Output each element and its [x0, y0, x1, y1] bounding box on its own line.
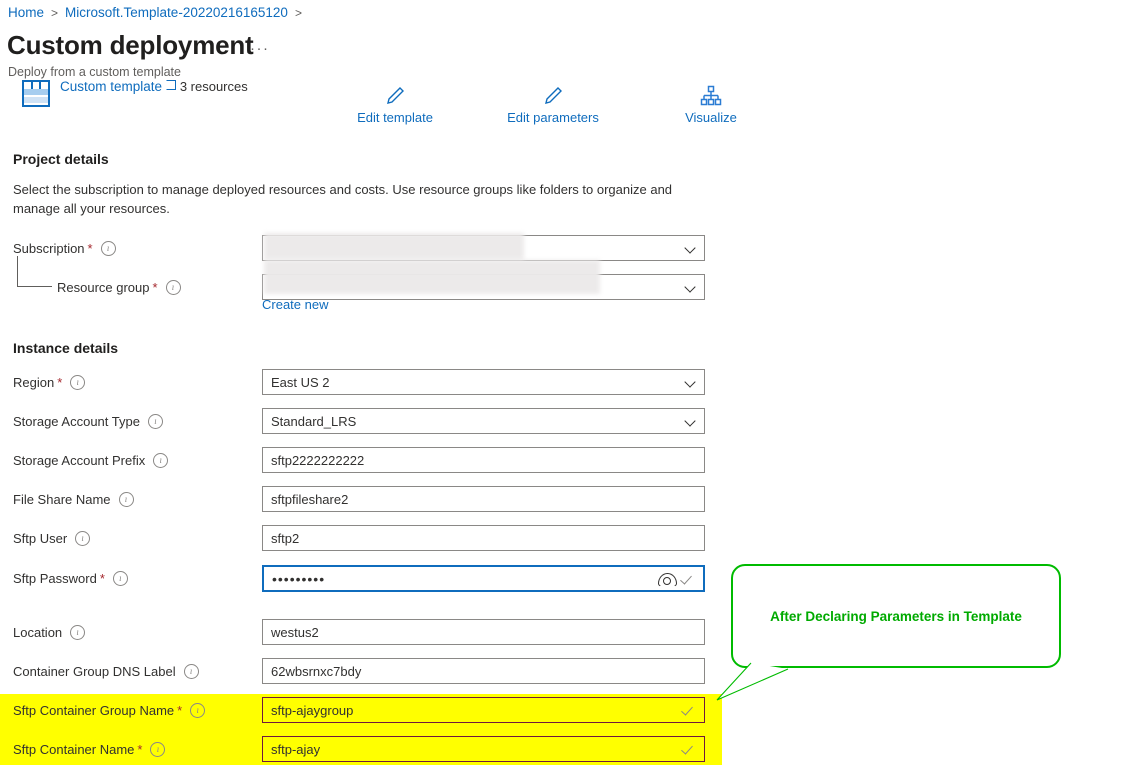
info-icon[interactable]: ı	[75, 531, 91, 546]
storage-account-prefix-value: sftp2222222222	[271, 452, 365, 468]
pencil-icon	[498, 82, 608, 110]
resource-group-label: Resource group * ı	[57, 280, 181, 295]
breadcrumb-template-link[interactable]: Microsoft.Template-20220216165120	[65, 5, 288, 21]
required-marker: *	[177, 703, 183, 718]
required-marker: *	[99, 571, 105, 586]
required-marker: *	[137, 742, 143, 757]
required-marker: *	[152, 280, 158, 295]
info-icon[interactable]: ı	[70, 625, 86, 640]
create-new-resource-group-link[interactable]: Create new	[262, 297, 328, 312]
breadcrumb-separator-1: >	[51, 6, 59, 20]
edit-template-button[interactable]: Edit template	[340, 82, 450, 125]
visualize-label: Visualize	[685, 110, 737, 125]
page-title: Custom deployment	[7, 30, 254, 60]
location-input[interactable]: westus2	[262, 619, 705, 645]
edit-template-label: Edit template	[357, 110, 433, 125]
validation-check-icon	[682, 703, 696, 717]
form-row-sftp-container-name: Sftp Container Name * ı sftp-ajay	[0, 733, 1132, 772]
sftp-container-group-name-input[interactable]: sftp-ajaygroup	[262, 697, 705, 723]
reveal-password-icon[interactable]	[658, 572, 677, 588]
info-icon[interactable]: ı	[153, 453, 169, 468]
breadcrumb-home-link[interactable]: Home	[8, 5, 44, 21]
region-label: Region * ı	[13, 375, 86, 390]
breadcrumb-separator-2: >	[294, 6, 302, 20]
pencil-icon	[340, 82, 450, 110]
chevron-down-icon	[685, 376, 697, 388]
template-icon	[22, 80, 50, 107]
info-icon[interactable]: ı	[70, 375, 86, 390]
form-row-sftp-user: Sftp User ı sftp2	[0, 522, 1132, 561]
info-icon[interactable]: ı	[147, 414, 163, 429]
chevron-down-icon	[685, 415, 697, 427]
required-marker: *	[57, 375, 63, 390]
info-icon[interactable]: ı	[112, 571, 128, 586]
required-marker: *	[87, 241, 93, 256]
command-bar: Edit template Edit parameters Visualize	[340, 82, 766, 125]
sftp-container-group-name-value: sftp-ajaygroup	[271, 702, 354, 718]
file-share-name-label: File Share Name ı	[13, 492, 134, 507]
info-icon[interactable]: ı	[118, 492, 134, 507]
sftp-container-group-name-label: Sftp Container Group Name * ı	[13, 703, 206, 718]
project-details-description: Select the subscription to manage deploy…	[13, 182, 673, 216]
location-label: Location ı	[13, 625, 86, 640]
info-icon[interactable]: ı	[183, 664, 199, 679]
chevron-down-icon	[685, 242, 697, 254]
sftp-container-name-value: sftp-ajay	[271, 741, 321, 757]
form-row-sftp-container-group-name: Sftp Container Group Name * ı sftp-ajaygr…	[0, 694, 1132, 733]
chevron-down-icon	[685, 281, 697, 293]
container-group-dns-label-label: Container Group DNS Label ı	[13, 664, 199, 679]
location-value: westus2	[271, 624, 319, 640]
form-row-storage-account-type: Storage Account Type ı Standard_LRS	[0, 405, 1132, 444]
external-link-icon	[166, 80, 177, 90]
validation-check-icon	[681, 572, 695, 586]
sftp-password-label: Sftp Password * ı	[13, 571, 128, 586]
form-row-storage-account-prefix: Storage Account Prefix ı sftp2222222222	[0, 444, 1132, 483]
storage-account-type-dropdown[interactable]: Standard_LRS	[262, 408, 705, 434]
form-row-region: Region * ı East US 2	[0, 366, 1132, 405]
storage-account-type-value: Standard_LRS	[271, 413, 357, 429]
region-value: East US 2	[271, 374, 330, 390]
container-group-dns-label-value: 62wbsrnxc7bdy	[271, 663, 362, 679]
hierarchy-icon	[656, 82, 766, 110]
resource-group-redaction	[264, 260, 600, 294]
validation-check-icon	[682, 742, 696, 756]
file-share-name-value: sftpfileshare2	[271, 491, 349, 507]
info-icon[interactable]: ı	[100, 241, 116, 256]
template-name-link[interactable]: Custom template	[60, 79, 180, 94]
edit-parameters-button[interactable]: Edit parameters	[498, 82, 608, 125]
subscription-redaction	[264, 233, 524, 260]
storage-account-prefix-input[interactable]: sftp2222222222	[262, 447, 705, 473]
sftp-user-value: sftp2	[271, 530, 300, 546]
template-name-text: Custom template	[60, 79, 163, 94]
subscription-label: Subscription * ı	[13, 241, 116, 256]
breadcrumb: Home > Microsoft.Template-20220216165120…	[8, 5, 309, 21]
file-share-name-input[interactable]: sftpfileshare2	[262, 486, 705, 512]
storage-account-type-label: Storage Account Type ı	[13, 414, 163, 429]
sftp-container-name-label: Sftp Container Name * ı	[13, 742, 166, 757]
region-dropdown[interactable]: East US 2	[262, 369, 705, 395]
info-icon[interactable]: ı	[150, 742, 166, 757]
info-icon[interactable]: ı	[165, 280, 181, 295]
template-summary: Custom template 3 resources	[22, 78, 248, 112]
visualize-button[interactable]: Visualize	[656, 82, 766, 125]
annotation-callout: After Declaring Parameters in Template	[731, 564, 1061, 668]
container-group-dns-label-input[interactable]: 62wbsrnxc7bdy	[262, 658, 705, 684]
sftp-container-name-input[interactable]: sftp-ajay	[262, 736, 705, 762]
form-row-file-share-name: File Share Name ı sftpfileshare2	[0, 483, 1132, 522]
sftp-user-input[interactable]: sftp2	[262, 525, 705, 551]
template-resource-count: 3 resources	[179, 79, 248, 94]
info-icon[interactable]: ı	[190, 703, 206, 718]
sftp-password-input[interactable]: •••••••••	[262, 565, 705, 592]
sftp-password-value: •••••••••	[272, 570, 326, 587]
more-options-button[interactable]: ···	[250, 40, 270, 57]
instance-details-heading: Instance details	[13, 340, 119, 356]
sftp-user-label: Sftp User ı	[13, 531, 91, 546]
storage-account-prefix-label: Storage Account Prefix ı	[13, 453, 169, 468]
edit-parameters-label: Edit parameters	[507, 110, 599, 125]
project-details-heading: Project details	[13, 151, 109, 167]
annotation-callout-text: After Declaring Parameters in Template	[770, 608, 1022, 624]
